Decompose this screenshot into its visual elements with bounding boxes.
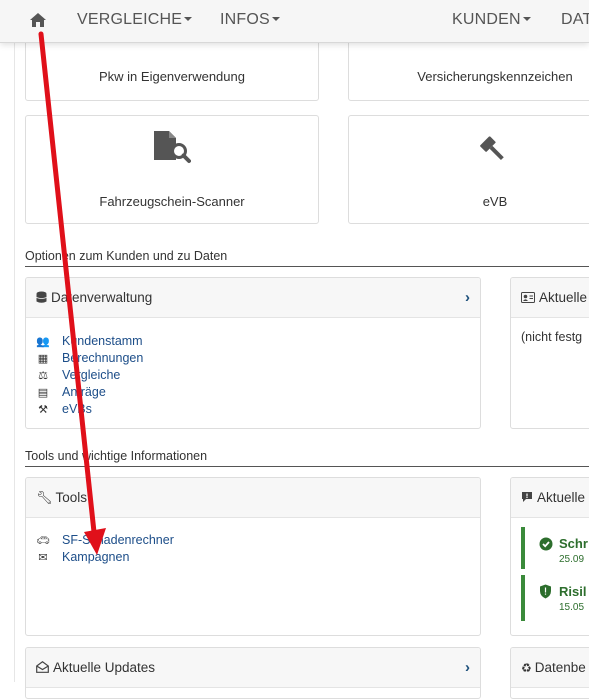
document-icon: ▤	[37, 387, 49, 399]
comment-alert-icon	[522, 492, 532, 502]
aktueller-body-text: (nicht festg	[521, 330, 583, 344]
link-label: Kundenstamm	[62, 334, 143, 348]
nav-kunden-label: KUNDEN	[452, 11, 521, 28]
database-icon	[36, 291, 47, 303]
tile-label: Pkw in Eigenverwendung	[99, 69, 245, 84]
alert-date: 15.05	[559, 602, 585, 613]
top-navbar: VERGLEICHE INFOS KUNDEN DAT	[0, 0, 589, 43]
tile-label: Fahrzeugschein-Scanner	[99, 194, 245, 209]
home-button[interactable]	[29, 0, 47, 42]
link-label: Kampagnen	[62, 550, 130, 564]
link-evbs[interactable]: ⚒ eVBs	[36, 401, 143, 418]
alert-item[interactable]: Risil 15.05	[521, 575, 589, 621]
panel-title: Aktuelle Updates	[53, 660, 156, 675]
envelope-open-icon	[36, 661, 49, 673]
wrench-icon: 🔧︎	[36, 490, 53, 505]
nav-infos[interactable]: INFOS	[220, 0, 280, 42]
calculator-icon: ▦	[37, 353, 49, 365]
tile-label: eVB	[482, 194, 508, 209]
panel-aktueller-berater: Aktuelle (nicht festg	[510, 277, 589, 429]
chevron-right-icon[interactable]: ›	[465, 278, 470, 317]
panel-title: Datenverwaltung	[51, 290, 153, 305]
caret-down-icon	[522, 16, 531, 21]
check-circle-icon	[539, 537, 553, 551]
document-search-icon	[154, 131, 191, 163]
tile-label: Versicherungskennzeichen	[417, 69, 573, 84]
alert-title: Schr	[559, 536, 588, 551]
home-icon	[30, 13, 46, 27]
link-kampagnen[interactable]: ✉ Kampagnen	[36, 549, 174, 566]
link-label: Berechnungen	[62, 351, 144, 365]
chevron-right-icon[interactable]: ›	[465, 648, 470, 687]
alert-title: Risil	[559, 584, 587, 599]
tile-evb[interactable]: eVB	[348, 115, 589, 224]
section-divider	[25, 466, 589, 467]
panel-header-datenbe: ♻ Datenbe	[511, 648, 589, 688]
recycle-icon: ♻	[521, 661, 532, 675]
link-label: eVBs	[62, 402, 92, 416]
shield-icon	[540, 584, 551, 599]
users-icon: 👥	[36, 336, 50, 348]
gavel-icon: ⚒	[38, 404, 48, 416]
nav-vergleiche-label: VERGLEICHE	[77, 11, 183, 28]
alert-item[interactable]: Schr 25.09	[521, 527, 589, 569]
nav-vergleiche[interactable]: VERGLEICHE	[77, 0, 193, 42]
content-left-border	[14, 42, 15, 682]
datenverwaltung-link-list: 👥 Kundenstamm ▦ Berechnungen ⚖ Vergleiche ▤…	[36, 333, 143, 418]
section-title-options: Optionen zum Kunden und zu Daten	[25, 249, 228, 263]
link-label: Anträge	[62, 385, 106, 399]
panel-header-updates[interactable]: Aktuelle Updates ›	[26, 648, 480, 688]
nav-infos-label: INFOS	[220, 11, 270, 28]
link-berechnungen[interactable]: ▦ Berechnungen	[36, 350, 144, 367]
panel-title: Aktuelle	[539, 290, 588, 305]
panel-aktuelle-hinweise: Aktuelle Schr 25.09 Risil 15.05	[510, 477, 589, 636]
caret-down-icon	[184, 16, 193, 21]
nav-dat[interactable]: DAT	[561, 0, 589, 42]
link-vergleiche[interactable]: ⚖ Vergleiche	[36, 367, 143, 384]
caret-down-icon	[271, 16, 280, 21]
balance-icon: ⚖	[38, 370, 48, 382]
link-label: SF-Schadenrechner	[62, 533, 174, 547]
tile-fahrzeugschein-scanner[interactable]: Fahrzeugschein-Scanner	[25, 115, 319, 224]
panel-title: Datenbe	[534, 660, 586, 675]
panel-datenverwaltung: Datenverwaltung › 👥 Kundenstamm ▦ Berechnu…	[25, 277, 481, 429]
car-crash-icon: 🚗︎	[36, 535, 50, 547]
panel-header-datenverwaltung[interactable]: Datenverwaltung ›	[26, 278, 480, 318]
envelope-icon: ✉	[38, 552, 48, 564]
panel-tools: 🔧︎ Tools 🚗︎ SF-Schadenrechner ✉ Kampagnen	[25, 477, 481, 636]
tools-link-list: 🚗︎ SF-Schadenrechner ✉ Kampagnen	[36, 532, 174, 566]
panel-title: Aktuelle	[537, 490, 586, 505]
panel-header-tools: 🔧︎ Tools	[26, 478, 480, 518]
id-card-icon	[521, 292, 535, 303]
gavel-icon	[480, 136, 504, 161]
link-sf-schadenrechner[interactable]: 🚗︎ SF-Schadenrechner	[36, 532, 174, 549]
alert-date: 25.09	[559, 554, 585, 565]
nav-dat-label: DAT	[561, 11, 589, 28]
panel-aktuelle-updates: Aktuelle Updates ›	[25, 647, 481, 699]
panel-header-aktueller: Aktuelle	[511, 278, 589, 318]
section-title-tools: Tools und wichtige Informationen	[25, 449, 208, 463]
panel-datenbestand: ♻ Datenbe	[510, 647, 589, 699]
section-divider	[25, 266, 589, 267]
link-kundenstamm[interactable]: 👥 Kundenstamm	[36, 333, 143, 350]
link-label: Vergleiche	[62, 368, 121, 382]
panel-title: Tools	[55, 490, 88, 505]
link-antraege[interactable]: ▤ Anträge	[36, 384, 143, 401]
panel-header-aktuelle: Aktuelle	[511, 478, 589, 518]
nav-kunden[interactable]: KUNDEN	[452, 0, 531, 42]
